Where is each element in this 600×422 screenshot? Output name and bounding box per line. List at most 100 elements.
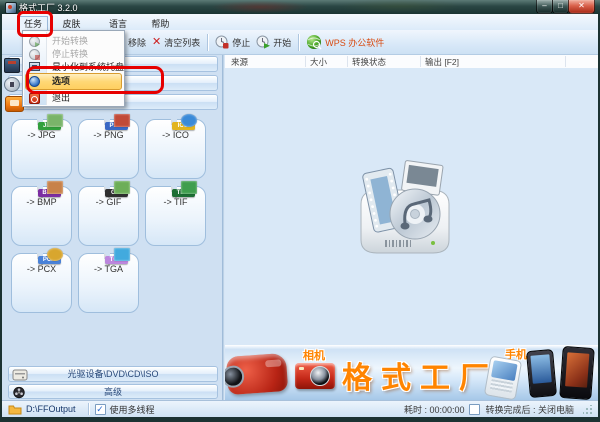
toolbar-separator xyxy=(298,34,299,51)
column-status[interactable]: 转换状态 xyxy=(352,56,386,68)
wps-label: WPS 办公软件 xyxy=(325,36,384,49)
column-separator xyxy=(565,56,566,67)
to-tga-button[interactable]: TGA -> TGA xyxy=(78,253,139,313)
to-gif-label: -> GIF xyxy=(79,197,138,207)
to-bmp-button[interactable]: BMP -> BMP xyxy=(11,186,72,246)
column-separator xyxy=(305,56,306,67)
white-phone-image xyxy=(484,356,522,400)
tga-thumb xyxy=(114,248,130,261)
dark-phone-image xyxy=(526,349,557,398)
to-ico-button[interactable]: ICO -> ICO xyxy=(145,119,206,179)
to-bmp-label: -> BMP xyxy=(12,197,71,207)
exit-label: 退出 xyxy=(52,93,70,103)
menu-language[interactable]: 语言 xyxy=(103,16,133,31)
column-source[interactable]: 来源 xyxy=(231,56,248,68)
ico-thumb xyxy=(181,114,197,127)
section-bar-advanced[interactable]: 高级 xyxy=(8,384,218,399)
to-png-button[interactable]: PNG -> PNG xyxy=(78,119,139,179)
column-output[interactable]: 输出 [F2] xyxy=(425,56,459,68)
start-label: 开始 xyxy=(273,36,291,49)
stop-label: 停止 xyxy=(232,36,250,49)
promo-banner: 相机 格式工厂 手机 xyxy=(225,345,598,400)
jpg-thumb xyxy=(47,114,63,127)
film-reel-icon xyxy=(12,386,26,399)
remove-label: 移除 xyxy=(128,36,146,49)
to-tif-button[interactable]: TIFF -> TIF xyxy=(145,186,206,246)
file-list-area[interactable] xyxy=(225,68,598,345)
start-convert-label: 开始转换 xyxy=(52,36,88,46)
column-separator xyxy=(347,56,348,67)
gif-file-icon: GIF xyxy=(108,186,110,198)
to-pcx-button[interactable]: PCX -> PCX xyxy=(11,253,72,313)
ico-file-icon: ICO xyxy=(175,119,177,131)
format-factory-logo xyxy=(345,150,465,265)
camera-label: 相机 xyxy=(303,347,325,363)
bmp-file-icon: BMP xyxy=(41,186,43,198)
app-icon xyxy=(5,2,17,14)
bmp-thumb xyxy=(47,181,63,194)
to-gif-button[interactable]: GIF -> GIF xyxy=(78,186,139,246)
after-done-label: 转换完成后 : 关闭电脑 xyxy=(485,403,574,416)
elapsed-time: 耗时 : 00:00:00 xyxy=(404,403,465,416)
shutdown-checkbox[interactable] xyxy=(469,404,480,415)
video-section-icon xyxy=(4,58,20,73)
advanced-section-label: 高级 xyxy=(104,387,122,397)
toolbar-separator xyxy=(207,34,208,51)
menu-bar: 任务 皮肤 语言 帮助 xyxy=(2,14,598,31)
to-tif-label: -> TIF xyxy=(146,197,205,207)
multithread-checkbox[interactable]: ✓ xyxy=(95,404,106,415)
to-png-label: -> PNG xyxy=(79,130,138,140)
to-ico-label: -> ICO xyxy=(146,130,205,140)
gif-thumb xyxy=(114,181,130,194)
rom-section-label: 光驱设备\DVD\CD\ISO xyxy=(67,369,158,379)
tif-thumb xyxy=(181,181,197,194)
file-list-header: 来源 大小 转换状态 输出 [F2] xyxy=(225,55,598,69)
camcorder-image xyxy=(226,353,289,395)
column-separator xyxy=(420,56,421,67)
clear-list-button[interactable]: ✕ 清空列表 xyxy=(149,34,203,51)
statusbar-separator xyxy=(88,403,89,415)
clear-list-label: 清空列表 xyxy=(164,36,200,49)
smartphone-image xyxy=(559,346,595,400)
to-jpg-label: -> JPG xyxy=(12,130,71,140)
clear-list-icon: ✕ xyxy=(152,37,161,48)
wps-globe-icon xyxy=(306,34,322,50)
start-clock-icon xyxy=(256,35,270,49)
output-folder-icon[interactable] xyxy=(8,404,22,415)
maximize-button[interactable]: □ xyxy=(552,0,569,14)
column-size[interactable]: 大小 xyxy=(310,56,327,68)
start-button[interactable]: 开始 xyxy=(253,33,294,51)
tga-file-icon: TGA xyxy=(108,253,110,265)
stop-convert-icon xyxy=(29,49,40,60)
to-jpg-button[interactable]: JPG -> JPG xyxy=(11,119,72,179)
stop-clock-icon xyxy=(215,35,229,49)
title-bar: 格式工厂 3.2.0 – □ ✕ xyxy=(0,0,600,14)
pcx-file-icon: PCX xyxy=(41,253,43,265)
minimize-button[interactable]: – xyxy=(536,0,553,14)
wps-office-button[interactable]: WPS 办公软件 xyxy=(303,32,387,52)
annotation-box-task-menu xyxy=(17,11,53,37)
jpg-file-icon: JPG xyxy=(41,119,43,131)
stop-button[interactable]: 停止 xyxy=(212,33,253,51)
png-file-icon: PNG xyxy=(108,119,110,131)
output-path[interactable]: D:\FFOutput xyxy=(26,404,76,414)
to-pcx-label: -> PCX xyxy=(12,264,71,274)
banner-title: 格式工厂 xyxy=(335,353,505,397)
tif-file-icon: TIFF xyxy=(175,186,177,198)
annotation-box-options xyxy=(26,66,164,94)
resize-grip[interactable] xyxy=(583,405,592,414)
status-bar: D:\FFOutput ✓ 使用多线程 耗时 : 00:00:00 转换完成后 … xyxy=(2,400,598,417)
close-button[interactable]: ✕ xyxy=(568,0,595,14)
app-window: 格式工厂 3.2.0 – □ ✕ 任务 皮肤 语言 帮助 移除 ✕ 清空列表 停… xyxy=(0,0,600,422)
compact-camera-image xyxy=(295,363,335,389)
to-tga-label: -> TGA xyxy=(79,264,138,274)
menu-item-stop-convert[interactable]: 停止转换 xyxy=(24,48,123,61)
menu-help[interactable]: 帮助 xyxy=(145,16,175,31)
multithread-label: 使用多线程 xyxy=(110,403,155,416)
png-thumb xyxy=(114,114,130,127)
section-bar-rom-device[interactable]: 光驱设备\DVD\CD\ISO xyxy=(8,366,218,382)
audio-section-icon xyxy=(4,77,20,92)
pcx-thumb xyxy=(47,248,63,261)
menu-skin[interactable]: 皮肤 xyxy=(56,16,86,31)
exit-icon xyxy=(29,93,40,104)
